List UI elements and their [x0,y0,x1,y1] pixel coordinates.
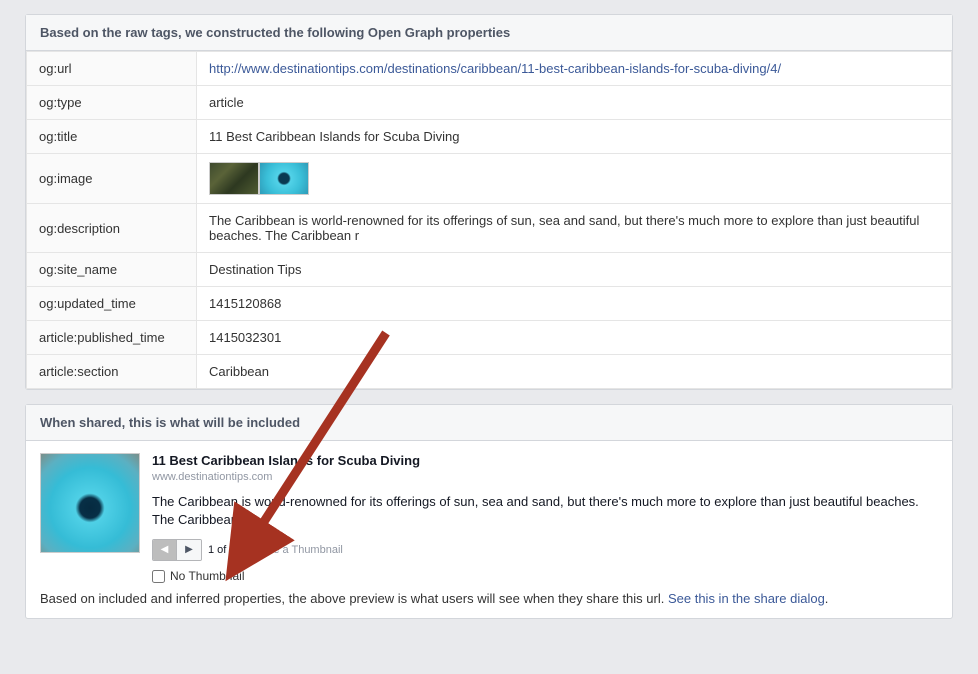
property-value: http://www.destinationtips.com/destinati… [197,52,952,86]
thumbnail-nav-buttons: ◀ ▶ [152,539,202,561]
preview-title: 11 Best Caribbean Islands for Scuba Divi… [152,453,938,468]
no-thumbnail-checkbox[interactable] [152,570,165,583]
preview-thumbnail-image [40,453,140,553]
thumbnail-counter: 1 of 2 [208,544,236,556]
property-value: 1415120868 [197,287,952,321]
preview-description: The Caribbean is world-renowned for its … [152,493,938,529]
property-value: 1415032301 [197,321,952,355]
no-thumbnail-label[interactable]: No Thumbnail [152,569,938,583]
arrow-right-icon: ▶ [185,545,193,555]
property-key: og:title [27,120,197,154]
arrow-left-icon: ◀ [161,545,169,555]
property-key: article:section [27,355,197,389]
og-properties-panel: Based on the raw tags, we constructed th… [25,14,953,390]
footer-suffix: . [825,591,829,606]
og-image-thumbnails [209,162,939,195]
property-value: Destination Tips [197,253,952,287]
preview-footer-text: Based on included and inferred propertie… [40,591,938,606]
property-key: og:updated_time [27,287,197,321]
thumbnail-prev-button[interactable]: ◀ [153,540,177,560]
og-url-link[interactable]: http://www.destinationtips.com/destinati… [209,61,781,76]
table-row: og:url http://www.destinationtips.com/des… [27,52,952,86]
share-preview-panel: When shared, this is what will be includ… [25,404,953,619]
table-row: og:site_nameDestination Tips [27,253,952,287]
og-image-thumb [259,162,309,195]
property-key: og:type [27,86,197,120]
preview-content: 11 Best Caribbean Islands for Scuba Divi… [152,453,938,561]
table-row: og:image [27,154,952,204]
property-value: The Caribbean is world-renowned for its … [197,204,952,253]
footer-prefix: Based on included and inferred propertie… [40,591,668,606]
property-value [197,154,952,204]
thumbnail-choose-label: Choose a Thumbnail [242,544,343,556]
property-value: 11 Best Caribbean Islands for Scuba Divi… [197,120,952,154]
og-properties-header: Based on the raw tags, we constructed th… [26,15,952,51]
table-row: article:published_time1415032301 [27,321,952,355]
property-key: og:url [27,52,197,86]
thumbnail-nav: ◀ ▶ 1 of 2 Choose a Thumbnail [152,539,938,561]
no-thumbnail-text: No Thumbnail [170,569,244,583]
see-share-dialog-link[interactable]: See this in the share dialog [668,591,825,606]
property-key: og:site_name [27,253,197,287]
share-preview-header: When shared, this is what will be includ… [26,405,952,441]
table-row: og:updated_time1415120868 [27,287,952,321]
share-preview-row: 11 Best Caribbean Islands for Scuba Divi… [40,453,938,561]
table-row: og:typearticle [27,86,952,120]
og-image-thumb [209,162,259,195]
table-row: article:sectionCaribbean [27,355,952,389]
property-value: Caribbean [197,355,952,389]
property-key: og:image [27,154,197,204]
preview-domain: www.destinationtips.com [152,471,938,483]
table-row: og:descriptionThe Caribbean is world-ren… [27,204,952,253]
property-key: og:description [27,204,197,253]
property-key: article:published_time [27,321,197,355]
og-properties-table: og:url http://www.destinationtips.com/des… [26,51,952,389]
thumbnail-next-button[interactable]: ▶ [177,540,201,560]
table-row: og:title11 Best Caribbean Islands for Sc… [27,120,952,154]
property-value: article [197,86,952,120]
